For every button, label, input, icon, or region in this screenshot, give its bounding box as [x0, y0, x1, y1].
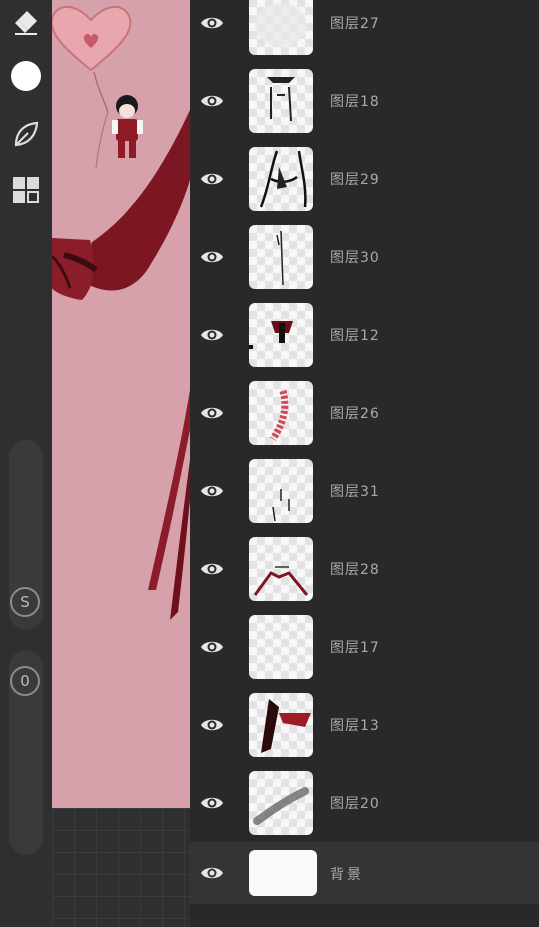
layer-name: 图层31	[330, 484, 380, 500]
layer-thumbnail[interactable]	[249, 615, 313, 679]
eye-visibility-icon[interactable]	[200, 557, 224, 581]
layer-name: 图层26	[330, 406, 380, 422]
layer-row[interactable]: 图层20	[190, 764, 539, 842]
artwork	[52, 5, 190, 620]
eye-visibility-icon[interactable]	[200, 861, 224, 885]
layer-name: 图层20	[330, 796, 380, 812]
brush-tool-button[interactable]	[0, 112, 52, 156]
eye-visibility-icon[interactable]	[200, 245, 224, 269]
layer-row[interactable]: 图层13	[190, 686, 539, 764]
color-circle-icon	[11, 61, 41, 91]
layer-thumbnail[interactable]	[249, 381, 313, 445]
layer-row[interactable]: 图层18	[190, 62, 539, 140]
layer-thumbnail[interactable]	[249, 537, 313, 601]
layer-name: 图层30	[330, 250, 380, 266]
layer-name: 图层18	[330, 94, 380, 110]
layer-name: 图层28	[330, 562, 380, 578]
layer-row[interactable]: 图层30	[190, 218, 539, 296]
background-thumbnail[interactable]	[249, 850, 317, 896]
layers-grid-icon	[13, 177, 39, 203]
layer-thumbnail[interactable]	[249, 303, 313, 367]
eye-visibility-icon[interactable]	[200, 713, 224, 737]
eye-visibility-icon[interactable]	[200, 479, 224, 503]
eye-visibility-icon[interactable]	[200, 635, 224, 659]
layer-row[interactable]: 图层29	[190, 140, 539, 218]
background-layer-name: 背景	[330, 867, 364, 883]
eraser-tool-button[interactable]	[0, 0, 52, 44]
layers-panel: 图层27 图层18 图层29 图层30 图层12 图层26 图层31 图层28 …	[190, 0, 539, 927]
layer-thumbnail[interactable]	[249, 771, 313, 835]
eye-visibility-icon[interactable]	[200, 401, 224, 425]
opacity-knob[interactable]: 0	[10, 666, 40, 696]
layer-thumbnail[interactable]	[249, 693, 313, 757]
layer-name: 图层12	[330, 328, 380, 344]
layer-row[interactable]: 图层31	[190, 452, 539, 530]
eye-visibility-icon[interactable]	[200, 89, 224, 113]
layer-row[interactable]: 图层17	[190, 608, 539, 686]
eye-visibility-icon[interactable]	[200, 323, 224, 347]
layer-row[interactable]: 图层12	[190, 296, 539, 374]
tool-rail: S 0	[0, 0, 52, 927]
layers-tool-button[interactable]	[0, 168, 52, 212]
background-layer-row[interactable]: 背景	[190, 842, 539, 904]
drawing-canvas[interactable]	[52, 0, 190, 808]
layer-thumbnail[interactable]	[249, 69, 313, 133]
layer-thumbnail[interactable]	[249, 225, 313, 289]
layer-row[interactable]: 图层26	[190, 374, 539, 452]
layer-row[interactable]: 图层27	[190, 0, 539, 62]
leaf-brush-icon	[14, 121, 39, 147]
eye-visibility-icon[interactable]	[200, 167, 224, 191]
brush-size-knob[interactable]: S	[10, 587, 40, 617]
layer-name: 图层29	[330, 172, 380, 188]
layer-row[interactable]: 图层28	[190, 530, 539, 608]
eye-visibility-icon[interactable]	[200, 11, 224, 35]
layer-name: 图层17	[330, 640, 380, 656]
layer-name: 图层27	[330, 16, 380, 32]
color-picker-button[interactable]	[0, 54, 52, 98]
layer-thumbnail[interactable]	[249, 0, 313, 55]
eye-visibility-icon[interactable]	[200, 791, 224, 815]
layer-thumbnail[interactable]	[249, 459, 313, 523]
layer-thumbnail[interactable]	[249, 147, 313, 211]
layer-name: 图层13	[330, 718, 380, 734]
eraser-icon	[15, 11, 37, 35]
